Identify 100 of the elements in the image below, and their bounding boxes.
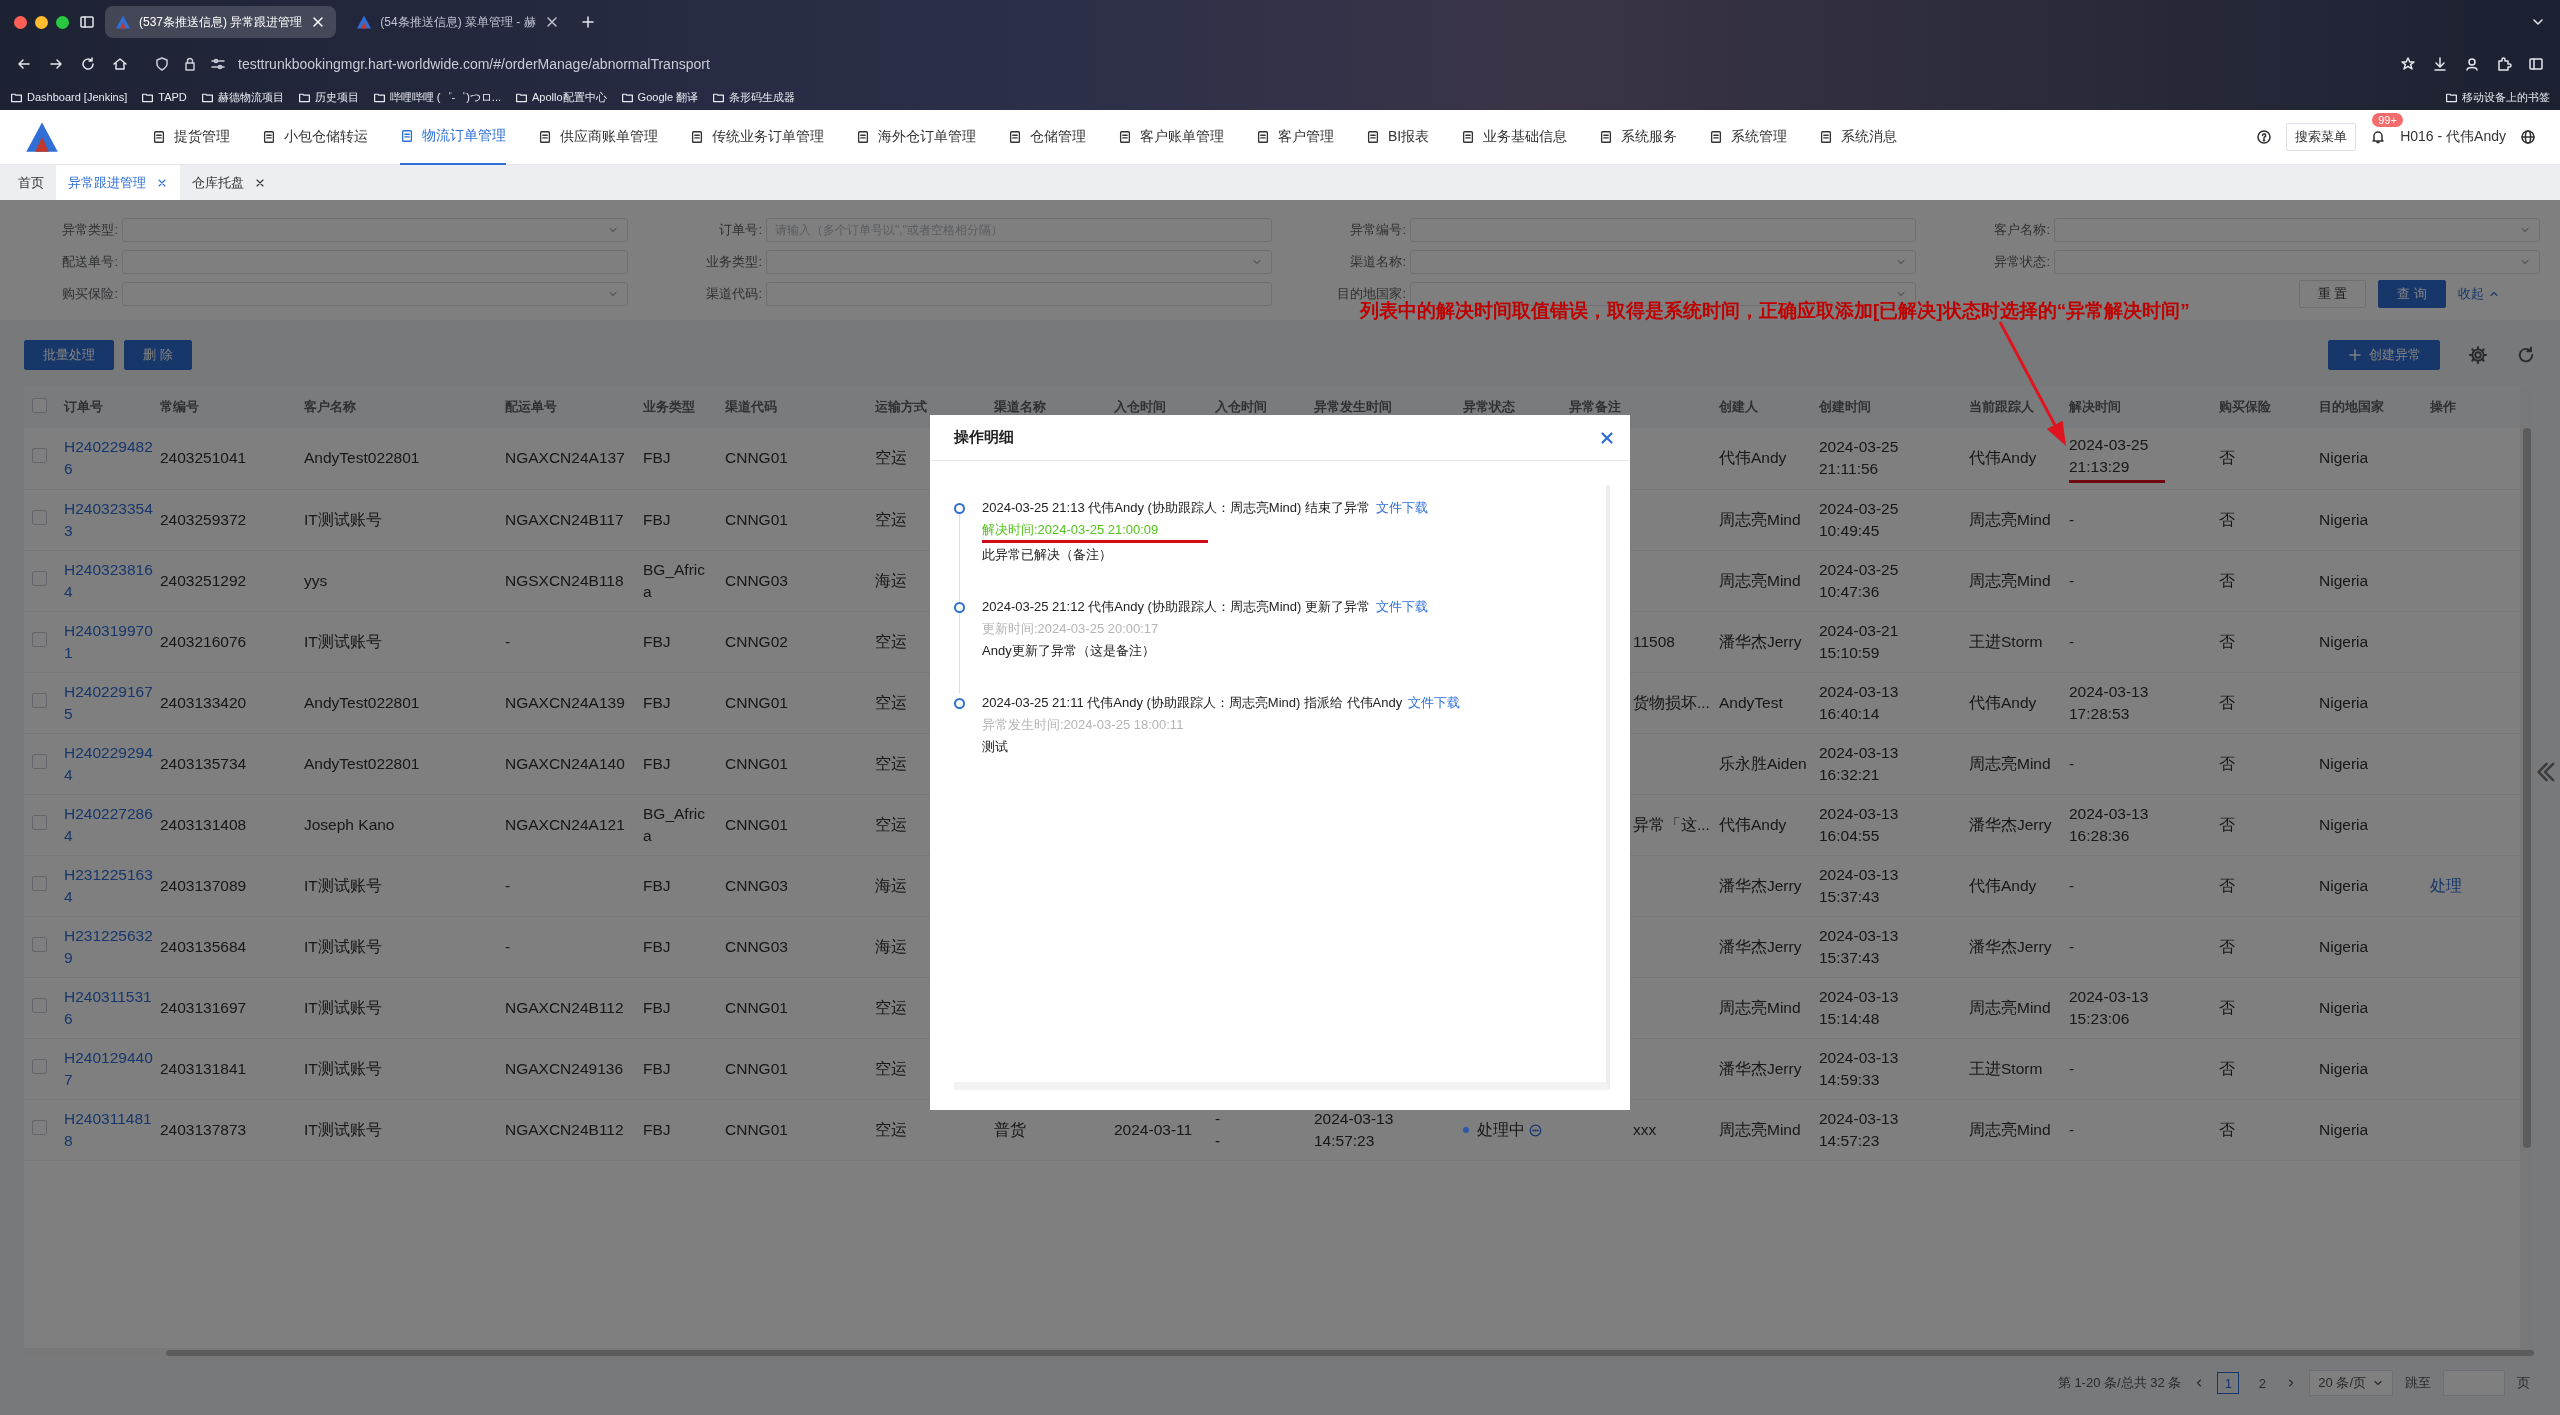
nav-menu-item[interactable]: 客户管理 — [1256, 109, 1334, 165]
select-field[interactable] — [2054, 250, 2540, 274]
filter-label: 渠道代码: — [705, 285, 762, 303]
row-checkbox[interactable] — [32, 997, 47, 1013]
sidebar-icon[interactable] — [79, 14, 95, 30]
table-text: 2403131697 — [160, 998, 247, 1016]
minimize-window-button[interactable] — [35, 15, 48, 29]
document-icon — [1819, 130, 1834, 144]
bookmark[interactable]: Google 翻译 — [620, 89, 699, 105]
browser-tab[interactable]: (54条推送信息) 菜单管理 - 赫 — [346, 6, 570, 38]
nav-menu-item[interactable]: 系统消息 — [1819, 109, 1898, 165]
select-field[interactable] — [2054, 218, 2540, 242]
nav-menu-item[interactable]: 小包仓储转运 — [262, 109, 368, 165]
globe-icon[interactable] — [2520, 129, 2536, 145]
log-note: 测试 — [982, 738, 1009, 756]
info-icon[interactable] — [1529, 1123, 1542, 1137]
bookmark[interactable]: 哔哩哔哩 (゜-゜)つロ... — [372, 89, 502, 105]
bookmark[interactable]: 历史项目 — [297, 89, 359, 105]
select-field[interactable] — [122, 282, 628, 306]
table-text: Nigeria — [2319, 815, 2369, 833]
help-icon[interactable] — [2256, 129, 2273, 145]
table-text: 2024-03-13 15:37:43 — [1819, 926, 1899, 966]
table-text: 2403251041 — [160, 449, 247, 467]
forward-icon[interactable] — [48, 56, 64, 72]
reset-button[interactable]: 重 置 — [2298, 280, 2367, 308]
row-checkbox[interactable] — [32, 1058, 47, 1074]
bookmark[interactable]: TAPD — [141, 90, 187, 104]
nav-menu-item[interactable]: 系统管理 — [1709, 109, 1788, 165]
row-checkbox[interactable] — [32, 509, 47, 525]
nav-menu-item[interactable]: BI报表 — [1366, 109, 1430, 165]
nav-menu-item[interactable]: 系统服务 — [1599, 109, 1678, 165]
table-text: - - — [1215, 1109, 1221, 1149]
file-download-link[interactable]: 文件下载 — [1375, 599, 1428, 614]
bookmark[interactable]: Dashboard [Jenkins] — [10, 90, 128, 104]
nav-menu-item[interactable]: 客户账单管理 — [1118, 109, 1224, 165]
table-text: NGAXCN249136 — [505, 1059, 624, 1077]
reload-icon[interactable] — [80, 56, 96, 72]
file-download-link[interactable]: 文件下载 — [1375, 500, 1428, 515]
user-name[interactable]: H016 - 代伟Andy — [2400, 128, 2506, 146]
nav-menu-item[interactable]: 提货管理 — [152, 109, 230, 165]
address-bar[interactable]: testtrunkbookingmgr.hart-worldwide.com/#/orderManage/abnormalTransport — [144, 49, 2384, 79]
page-size-select[interactable]: 20 条/页 — [2309, 1370, 2393, 1396]
page-tab[interactable]: 异常跟进管理 — [56, 165, 180, 200]
row-checkbox[interactable] — [32, 936, 47, 952]
home-icon[interactable] — [112, 56, 128, 72]
table-text: 否 — [2219, 693, 2235, 711]
bookmark[interactable]: 移动设备上的书签 — [2445, 89, 2550, 105]
back-icon[interactable] — [16, 56, 32, 72]
bell-icon[interactable] — [2370, 129, 2387, 145]
bookmark-star-icon[interactable] — [2400, 56, 2416, 72]
scrollbar-thumb[interactable] — [166, 1350, 2534, 1356]
table-text: 空运 — [875, 510, 907, 528]
extension-icon[interactable] — [2496, 56, 2512, 72]
file-download-link[interactable]: 文件下载 — [1408, 695, 1461, 710]
row-checkbox[interactable] — [32, 448, 47, 464]
table-text: 海运 — [875, 571, 907, 589]
table-text: 否 — [2219, 449, 2235, 467]
table-text: - — [2069, 510, 2075, 528]
bookmark[interactable]: 条形码生成器 — [712, 89, 796, 105]
log-time: 解决时间:2024-03-25 21:00:09 — [982, 521, 1160, 539]
remark-text: 货物损坏... — [1633, 693, 1710, 711]
row-checkbox[interactable] — [32, 875, 47, 891]
timeline-dot — [954, 503, 965, 514]
column-header: 常编号 — [160, 386, 296, 428]
nav-menu-item[interactable]: 海外仓订单管理 — [856, 109, 976, 165]
row-checkbox[interactable] — [32, 1119, 47, 1135]
account-icon[interactable] — [2464, 56, 2480, 72]
scrollbar-thumb[interactable] — [2523, 428, 2531, 1148]
site-settings-icon[interactable] — [210, 56, 226, 72]
bookmark[interactable]: Apollo配置中心 — [515, 89, 607, 105]
download-icon[interactable] — [2432, 56, 2448, 72]
table-text: 否 — [2219, 815, 2235, 833]
close-window-button[interactable] — [14, 15, 27, 29]
document-icon — [538, 130, 552, 144]
nav-menu-item[interactable]: 供应商账单管理 — [538, 109, 658, 165]
select-field[interactable] — [122, 218, 628, 242]
row-checkbox[interactable] — [32, 692, 47, 708]
select-field[interactable] — [766, 250, 1272, 274]
row-checkbox[interactable] — [32, 631, 47, 647]
refresh-icon[interactable] — [2516, 345, 2536, 365]
nav-menu-item[interactable]: 业务基础信息 — [1461, 109, 1568, 165]
table-text: 2024-03-13 14:59:33 — [1819, 1048, 1899, 1088]
settings-icon[interactable] — [2468, 345, 2488, 365]
row-checkbox[interactable] — [32, 753, 47, 769]
browser-tab[interactable]: (537条推送信息) 异常跟进管理 — [105, 6, 337, 38]
row-checkbox[interactable] — [32, 814, 47, 830]
page-tab[interactable]: 首页 — [6, 165, 56, 200]
new-tab-icon[interactable] — [579, 14, 596, 30]
bookmark[interactable]: 赫德物流项目 — [200, 89, 284, 105]
table-text: NGSXCN24B118 — [505, 571, 624, 589]
sidebar-icon[interactable] — [2528, 56, 2544, 72]
nav-menu-item[interactable]: 传统业务订单管理 — [690, 109, 824, 165]
zoom-window-button[interactable] — [56, 15, 69, 29]
table-text: 2024-03-13 15:14:48 — [1819, 987, 1899, 1027]
select-all-checkbox[interactable] — [32, 398, 47, 413]
select-field[interactable] — [1410, 250, 1916, 274]
nav-menu-item[interactable]: 仓储管理 — [1008, 109, 1086, 165]
search-menu-button[interactable]: 搜索菜单 — [2286, 123, 2357, 151]
page-tab[interactable]: 仓库托盘 — [180, 165, 278, 200]
row-checkbox[interactable] — [32, 570, 47, 586]
